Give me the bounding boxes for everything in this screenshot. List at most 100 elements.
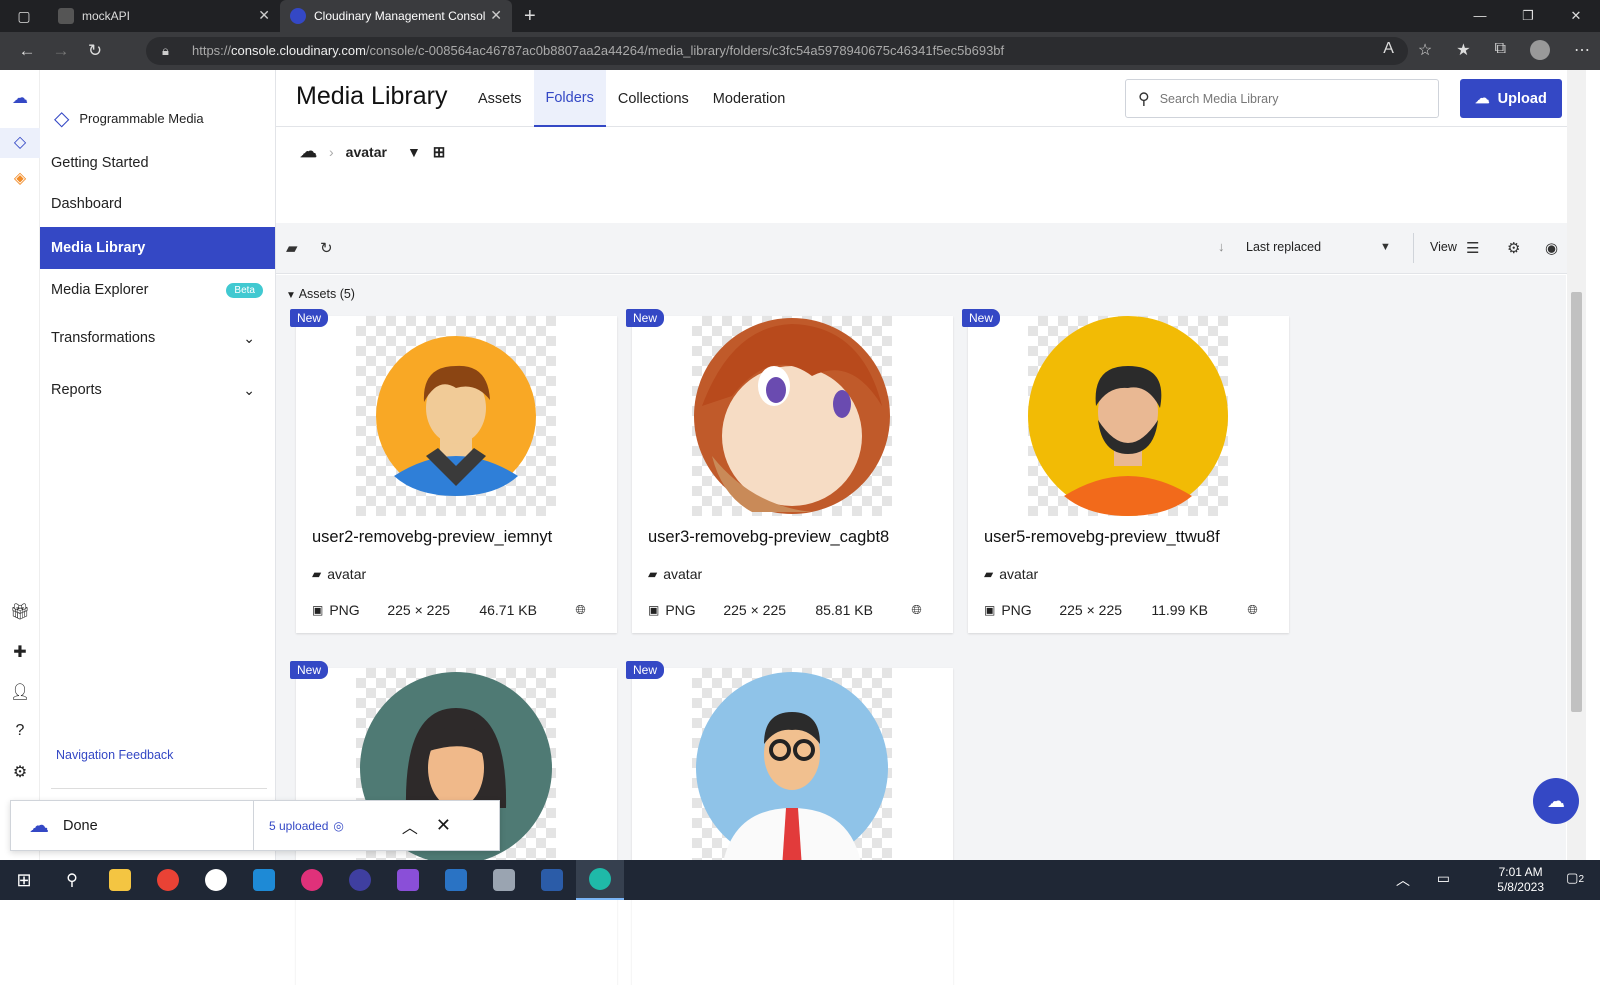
edge-icon[interactable] — [576, 860, 624, 900]
app-icon[interactable] — [288, 860, 336, 900]
uploaded-count-link[interactable]: 5 uploaded — [269, 819, 328, 833]
public-globe-icon[interactable]: 🌐︎ — [575, 602, 585, 618]
upload-button[interactable]: ☁ Upload — [1460, 79, 1562, 118]
tab-folders[interactable]: Folders — [533, 70, 606, 127]
close-icon[interactable]: ✕ — [436, 815, 451, 836]
sidebar-item-media-explorer[interactable]: Media Explorer Beta — [40, 270, 275, 310]
url-field[interactable]: 🔒︎ https://console.cloudinary.com/consol… — [146, 37, 1408, 65]
notifications-icon[interactable]: ▢2 — [1566, 870, 1584, 886]
profile-avatar[interactable] — [1530, 40, 1550, 60]
gear-icon[interactable]: ⚙ — [1507, 239, 1520, 257]
puzzle-icon[interactable]: ✚ — [10, 642, 30, 662]
windows-start-icon[interactable]: ⊞ — [0, 860, 48, 900]
tab-actions-icon[interactable]: ▢ — [0, 8, 48, 25]
assets-section-header[interactable]: ▼ Assets (5) — [286, 287, 355, 301]
add-favorite-icon[interactable]: ☆ — [1418, 40, 1432, 60]
collections-icon[interactable]: ⧉ — [1495, 40, 1506, 60]
windows-taskbar: ⊞ ⚲ ︿ ▭ 7:01 AM 5/8/2023 ▢2 — [0, 860, 1600, 900]
app-icon[interactable] — [480, 860, 528, 900]
asset-meta: ▣ PNG 225 × 225 46.71 KB 🌐︎ — [312, 602, 602, 618]
folder-icon: ▰ — [984, 567, 994, 581]
asset-dimensions: 225 × 225 — [1059, 602, 1123, 618]
folder-menu-caret-icon[interactable]: ▼ — [407, 144, 421, 160]
add-user-icon[interactable]: 👤︎ — [10, 682, 30, 702]
asset-card[interactable]: New user3-removebg-preview_cagbt8 ▰ avata… — [626, 309, 953, 633]
favorites-icon[interactable]: ★ — [1456, 40, 1470, 60]
close-icon[interactable]: ✕ — [490, 7, 502, 24]
target-icon: ◎ — [333, 818, 344, 833]
asset-name[interactable]: user5-removebg-preview_ttwu8f — [984, 528, 1220, 547]
sort-direction-icon[interactable]: ↓ — [1218, 239, 1225, 254]
asset-thumbnail — [692, 668, 892, 868]
add-folder-icon[interactable]: ⊞ — [433, 143, 446, 161]
settings-more-icon[interactable]: ⋯ — [1574, 40, 1590, 60]
navigation-feedback-link[interactable]: Navigation Feedback — [56, 748, 173, 762]
asset-name[interactable]: user2-removebg-preview_iemnyt — [312, 528, 552, 547]
app-icon[interactable] — [336, 860, 384, 900]
chevron-up-icon[interactable]: ︿ — [402, 814, 418, 838]
folder-icon[interactable]: ▰ — [286, 239, 298, 257]
public-globe-icon[interactable]: 🌐︎ — [911, 602, 921, 618]
search-icon[interactable]: ⚲ — [48, 860, 96, 900]
cloudinary-help-fab[interactable]: ☁ — [1533, 778, 1579, 824]
asset-folder[interactable]: ▰ avatar — [312, 566, 366, 582]
asset-folder[interactable]: ▰ avatar — [648, 566, 702, 582]
public-globe-icon[interactable]: 🌐︎ — [1247, 602, 1257, 618]
caret-down-icon[interactable]: ▼ — [1380, 241, 1391, 253]
network-icon[interactable]: ▭ — [1437, 870, 1450, 887]
breadcrumb-folder[interactable]: avatar — [346, 144, 387, 160]
asset-folder[interactable]: ▰ avatar — [984, 566, 1038, 582]
programmable-media-icon[interactable]: ◇ — [0, 128, 40, 158]
sidebar-item-label: Getting Started — [51, 155, 149, 171]
sidebar-item-label: Dashboard — [51, 196, 122, 212]
notification-count: 2 — [1578, 874, 1584, 885]
scrollbar-thumb[interactable] — [1571, 292, 1582, 712]
eye-icon[interactable]: ◉ — [1545, 239, 1558, 257]
browser-tab-cloudinary[interactable]: Cloudinary Management Consol ✕ — [280, 0, 512, 32]
refresh-icon[interactable]: ↻ — [320, 239, 333, 257]
tab-collections[interactable]: Collections — [606, 70, 701, 127]
sidebar-item-dashboard[interactable]: Dashboard — [40, 184, 275, 224]
app-icon[interactable] — [192, 860, 240, 900]
file-explorer-icon[interactable] — [96, 860, 144, 900]
gear-icon[interactable]: ⚙ — [10, 762, 30, 782]
view-label[interactable]: View — [1430, 240, 1457, 254]
new-tab-icon[interactable]: + — [512, 5, 536, 28]
cloud-root-icon[interactable]: ☁ — [300, 142, 317, 162]
cloudinary-logo-icon[interactable]: ☁ — [10, 88, 30, 108]
sort-select[interactable]: Last replaced — [1246, 240, 1321, 254]
window-close-icon[interactable]: ✕ — [1552, 0, 1600, 32]
back-icon[interactable]: ← — [10, 41, 44, 61]
sidebar-item-label: Media Library — [51, 240, 146, 256]
asset-card[interactable]: New user2-removebg-preview_iemnyt ▰ avata… — [290, 309, 617, 633]
search-input[interactable]: ⚲ Search Media Library — [1125, 79, 1439, 118]
gift-icon[interactable]: 🎁︎ — [10, 602, 30, 622]
word-icon[interactable] — [528, 860, 576, 900]
minimize-icon[interactable]: — — [1456, 0, 1504, 32]
asset-card[interactable]: New user5-removebg-preview_ttwu8f ▰ avata… — [962, 309, 1289, 633]
sidebar-item-reports[interactable]: Reports ⌄ — [40, 370, 275, 410]
forward-icon[interactable]: → — [44, 41, 78, 61]
sidebar-item-getting-started[interactable]: Getting Started — [40, 143, 275, 183]
dam-icon[interactable]: ◈ — [10, 168, 30, 188]
system-clock[interactable]: 7:01 AM 5/8/2023 — [1497, 865, 1544, 895]
app-icon[interactable] — [432, 860, 480, 900]
sidebar-item-transformations[interactable]: Transformations ⌄ — [40, 318, 275, 358]
chrome-icon[interactable] — [144, 860, 192, 900]
asset-name[interactable]: user3-removebg-preview_cagbt8 — [648, 528, 889, 547]
restore-icon[interactable]: ❐ — [1504, 0, 1552, 32]
visual-studio-icon[interactable] — [384, 860, 432, 900]
chevron-up-icon[interactable]: ︿ — [1396, 870, 1410, 890]
asset-card[interactable]: New — [626, 661, 953, 985]
close-icon[interactable]: ✕ — [258, 7, 270, 24]
refresh-icon[interactable]: ↻ — [78, 41, 112, 61]
sidebar-item-media-library[interactable]: Media Library — [40, 227, 275, 269]
help-icon[interactable]: ? — [10, 722, 30, 742]
list-view-icon[interactable]: ☰ — [1466, 239, 1479, 257]
browser-tab-mockapi[interactable]: mockAPI ✕ — [48, 0, 280, 32]
tab-assets[interactable]: Assets — [466, 70, 534, 127]
read-aloud-icon[interactable]: A — [1383, 40, 1394, 60]
vertical-scrollbar[interactable] — [1567, 70, 1586, 860]
vscode-icon[interactable] — [240, 860, 288, 900]
tab-moderation[interactable]: Moderation — [701, 70, 798, 127]
